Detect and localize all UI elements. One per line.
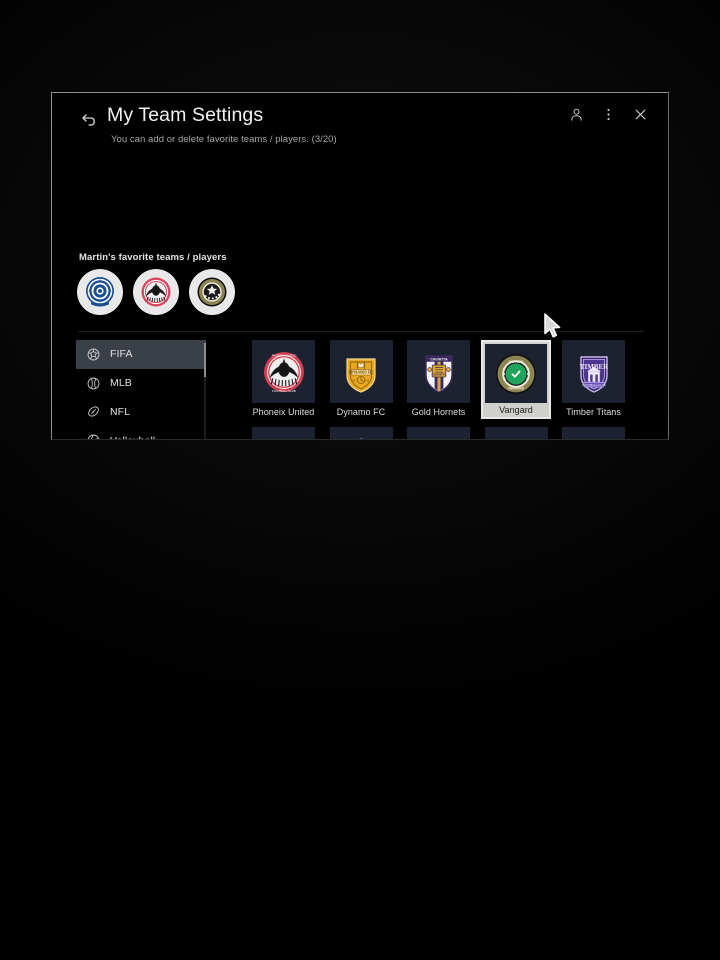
hornets-shield-icon: CAVIATTA HORNETS bbox=[424, 354, 453, 393]
window-header: My Team Settings You can add or delete f… bbox=[52, 93, 668, 161]
team-grid: PHONEIX UNITED FOOTBALL CLUB Phoneix Uni… bbox=[252, 340, 642, 441]
favorites-label: Martin's favorite teams / players bbox=[79, 252, 227, 263]
soccer-ball-icon bbox=[86, 347, 100, 361]
team-logo-tile: CAVIATTA HORNETS bbox=[407, 340, 470, 403]
team-card-the-roaring[interactable]: THE ROARING The Roaring bbox=[329, 427, 393, 439]
team-card-label: Vangard bbox=[499, 405, 533, 415]
svg-text:HORNETS: HORNETS bbox=[431, 372, 446, 376]
team-grid-row: PHONEIX UNITED FOOTBALL CLUB Phoneix Uni… bbox=[252, 340, 642, 419]
svg-text:CAVIATTA: CAVIATTA bbox=[430, 357, 448, 361]
close-icon[interactable] bbox=[632, 106, 648, 122]
sidebar-item-nfl[interactable]: NFL bbox=[76, 398, 206, 427]
team-logo-tile: TIMBER FOOTBALL CLUB bbox=[562, 340, 625, 403]
sidebar-item-label: NFL bbox=[110, 405, 131, 418]
football-icon bbox=[86, 405, 100, 419]
team-card-vangard[interactable]: VICTORY VANGARD Vangard bbox=[481, 340, 551, 419]
blazd-shield-icon: BLAZD · FC bbox=[260, 435, 308, 441]
dynamo-shield-icon: DYNAMO FC EST 1921 bbox=[346, 357, 376, 393]
team-grid-row: BLAZD · FC Blazd FC bbox=[252, 427, 642, 441]
svg-text:DYNAMO FC: DYNAMO FC bbox=[349, 369, 374, 374]
page-subtitle: You can add or delete favorite teams / p… bbox=[111, 134, 337, 145]
more-options-icon[interactable] bbox=[600, 106, 616, 122]
team-card-blazd-fc[interactable]: BLAZD · FC Blazd FC bbox=[252, 427, 315, 441]
back-arrow-icon[interactable] bbox=[79, 111, 99, 131]
sidebar-scrollbar-thumb[interactable] bbox=[204, 343, 206, 377]
team-card-apex-city[interactable]: FC APEX CITY Apex City bbox=[407, 427, 470, 441]
section-divider bbox=[78, 331, 644, 332]
page-root: My Team Settings You can add or delete f… bbox=[0, 0, 720, 960]
sidebar-item-volleyball[interactable]: Volleyball bbox=[76, 426, 206, 439]
roaring-roundel-icon: THE ROARING bbox=[355, 438, 367, 439]
team-logo-tile: FC APEX CITY bbox=[407, 427, 470, 441]
favorites-list bbox=[77, 269, 235, 315]
svg-text:1921: 1921 bbox=[365, 378, 371, 382]
team-card-label: Gold Hornets bbox=[411, 407, 466, 417]
page-title: My Team Settings bbox=[107, 104, 264, 126]
team-card-hemlock[interactable]: Hemlock bbox=[484, 427, 548, 441]
team-card-phoneix-united[interactable]: PHONEIX UNITED FOOTBALL CLUB Phoneix Uni… bbox=[252, 340, 315, 419]
team-card-dynamo-fc[interactable]: DYNAMO FC EST 1921 Dynamo FC bbox=[329, 340, 393, 419]
pride-shield-icon: FC bbox=[593, 438, 594, 439]
sidebar-item-label: Volleyball bbox=[110, 435, 155, 439]
team-card-label: Phoneix United bbox=[252, 407, 315, 417]
team-logo-tile: PHONEIX UNITED FOOTBALL CLUB bbox=[252, 340, 315, 403]
svg-text:FOOTBALL CLUB: FOOTBALL CLUB bbox=[272, 388, 296, 392]
category-sidebar[interactable]: FIFA MLB NFL bbox=[76, 340, 206, 439]
sidebar-item-label: MLB bbox=[110, 377, 132, 390]
team-card-label: Timber Titans bbox=[566, 407, 621, 417]
phoenix-crest-icon: PHONEIX UNITED FOOTBALL CLUB bbox=[263, 351, 304, 392]
sidebar-item-label: FIFA bbox=[110, 348, 133, 361]
timber-shield-icon: TIMBER FOOTBALL CLUB bbox=[579, 355, 609, 393]
hemlock-shield-icon bbox=[492, 435, 540, 441]
team-card-label: Dynamo FC bbox=[336, 407, 386, 417]
team-logo-tile: BLAZD · FC bbox=[252, 427, 315, 441]
favorite-avatar-vangard[interactable] bbox=[189, 269, 235, 315]
favorite-avatar-phoneix-united[interactable] bbox=[133, 269, 179, 315]
team-card-gold-hornets[interactable]: CAVIATTA HORNETS Gold Hornets bbox=[407, 340, 470, 419]
team-logo-tile: VICTORY VANGARD bbox=[485, 344, 547, 403]
selected-check-icon bbox=[505, 363, 527, 384]
my-team-settings-window: My Team Settings You can add or delete f… bbox=[51, 92, 669, 440]
sidebar-item-mlb[interactable]: MLB bbox=[76, 369, 206, 398]
team-logo-tile: THE ROARING bbox=[329, 427, 393, 439]
team-card-timber-titans[interactable]: TIMBER FOOTBALL CLUB Timber Titans bbox=[562, 340, 625, 419]
team-logo-tile: DYNAMO FC EST 1921 bbox=[329, 340, 393, 403]
header-actions bbox=[568, 106, 648, 122]
svg-text:PHONEIX UNITED: PHONEIX UNITED bbox=[271, 353, 296, 357]
svg-text:FOOTBALL CLUB: FOOTBALL CLUB bbox=[582, 382, 606, 386]
volleyball-icon bbox=[86, 434, 100, 439]
account-icon[interactable] bbox=[568, 106, 584, 122]
svg-text:VANGARD: VANGARD bbox=[508, 386, 525, 390]
sidebar-item-fifa[interactable]: FIFA bbox=[76, 340, 206, 369]
svg-text:EST: EST bbox=[352, 378, 357, 382]
apex-shield-icon: FC APEX CITY bbox=[415, 435, 463, 441]
baseball-icon bbox=[86, 376, 100, 390]
team-logo-tile: FC bbox=[562, 427, 625, 439]
team-card-pride-united[interactable]: FC Pride United bbox=[562, 427, 625, 439]
team-logo-tile bbox=[484, 427, 548, 441]
favorite-avatar-the-roaring[interactable] bbox=[77, 269, 123, 315]
